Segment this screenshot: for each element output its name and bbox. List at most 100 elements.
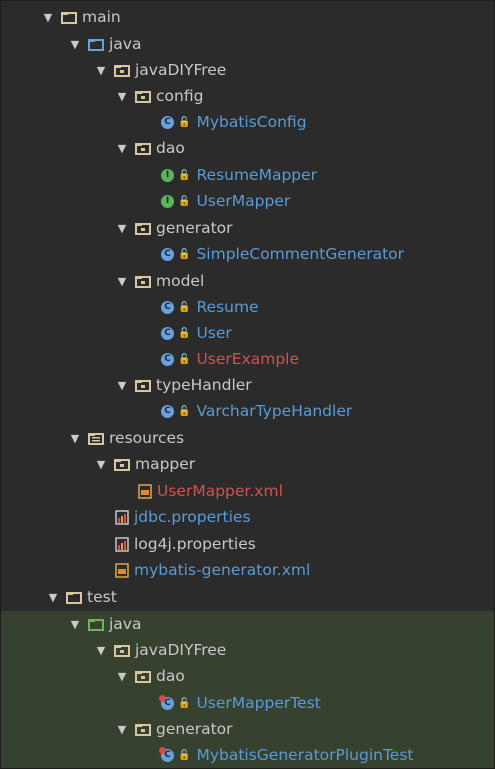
tree-node-mybatisgeneratorplugintest[interactable]: C 🔓 MybatisGeneratorPluginTest	[1, 742, 494, 768]
tree-node-test-javadiyfree[interactable]: ▼ javaDIYFree	[1, 637, 494, 663]
node-label: javaDIYFree	[135, 641, 227, 659]
expand-arrow-icon[interactable]: ▼	[115, 670, 129, 683]
test-class-icon: C	[159, 694, 174, 710]
node-label: generator	[156, 720, 233, 738]
tree-node-resumemapper[interactable]: I 🔓 ResumeMapper	[1, 162, 494, 188]
tree-node-mybatis-generator-xml[interactable]: mybatis-generator.xml	[1, 557, 494, 583]
node-label: mapper	[135, 455, 196, 473]
resources-folder-icon	[88, 432, 104, 445]
tree-node-test-generator[interactable]: ▼ generator	[1, 716, 494, 742]
tree-node-generator[interactable]: ▼ generator	[1, 215, 494, 241]
xml-file-icon	[138, 483, 152, 499]
tree-node-mybatisconfig[interactable]: C 🔓 MybatisConfig	[1, 109, 494, 135]
node-label: generator	[156, 219, 233, 237]
class-c-icon: C	[161, 326, 174, 340]
tree-node-resume[interactable]: C 🔓 Resume	[1, 294, 494, 320]
node-label: MybatisConfig	[196, 113, 307, 131]
expand-arrow-icon[interactable]: ▼	[115, 222, 129, 235]
node-label: VarcharTypeHandler	[196, 402, 353, 420]
tree-node-model[interactable]: ▼ model	[1, 268, 494, 294]
interface-i-icon: I	[161, 194, 174, 208]
node-label: typeHandler	[156, 376, 252, 394]
tree-node-config[interactable]: ▼ config	[1, 83, 494, 109]
tree-node-resources[interactable]: ▼ resources	[1, 425, 494, 451]
node-label: main	[82, 8, 121, 26]
expand-arrow-icon[interactable]: ▼	[115, 379, 129, 392]
lock-icon: 🔓	[178, 116, 191, 128]
expand-arrow-icon[interactable]: ▼	[115, 142, 129, 155]
expand-arrow-icon[interactable]: ▼	[115, 275, 129, 288]
lock-icon: 🔓	[178, 195, 191, 207]
expand-arrow-icon[interactable]: ▼	[68, 618, 82, 631]
tree-node-test-dao[interactable]: ▼ dao	[1, 663, 494, 689]
expand-arrow-icon[interactable]: ▼	[94, 64, 108, 77]
package-icon	[135, 142, 151, 155]
tree-node-main[interactable]: ▼ main	[1, 4, 494, 30]
tree-node-simplecommentgenerator[interactable]: C 🔓 SimpleCommentGenerator	[1, 241, 494, 267]
expand-arrow-icon[interactable]: ▼	[68, 432, 82, 445]
package-icon	[135, 670, 151, 683]
package-icon	[135, 90, 151, 103]
class-c-icon: C	[161, 247, 174, 261]
node-label: mybatis-generator.xml	[134, 561, 311, 579]
tree-node-javadiyfree[interactable]: ▼ javaDIYFree	[1, 57, 494, 83]
class-c-icon: C	[161, 300, 174, 314]
tree-node-jdbc-properties[interactable]: jdbc.properties	[1, 504, 494, 530]
expand-arrow-icon[interactable]: ▼	[94, 458, 108, 471]
lock-icon: 🔓	[178, 353, 191, 365]
tree-node-varchartypehandler[interactable]: C 🔓 VarcharTypeHandler	[1, 398, 494, 424]
lock-icon: 🔓	[178, 248, 191, 260]
tree-node-usermapper-xml[interactable]: UserMapper.xml	[1, 478, 494, 504]
tree-node-main-java[interactable]: ▼ java	[1, 31, 494, 57]
expand-arrow-icon[interactable]: ▼	[68, 38, 82, 51]
lock-icon: 🔓	[178, 405, 191, 417]
expand-arrow-icon[interactable]: ▼	[115, 723, 129, 736]
tree-node-test-java[interactable]: ▼ java	[1, 611, 494, 637]
node-label: Resume	[196, 298, 259, 316]
node-label: jdbc.properties	[134, 508, 251, 526]
package-icon	[114, 64, 130, 77]
expand-arrow-icon[interactable]: ▼	[115, 90, 129, 103]
lock-icon: 🔓	[178, 749, 191, 761]
package-icon	[114, 644, 130, 657]
project-tree: ▼ main ▼ java ▼ javaDIYFree ▼ config C 🔓…	[0, 0, 495, 769]
interface-i-icon: I	[161, 168, 174, 182]
node-label: UserMapper	[196, 192, 291, 210]
xml-file-icon	[115, 562, 129, 578]
node-label: SimpleCommentGenerator	[196, 245, 405, 263]
package-icon	[135, 379, 151, 392]
node-label: log4j.properties	[134, 535, 256, 553]
lock-icon: 🔓	[178, 697, 191, 709]
node-label: UserMapperTest	[196, 694, 321, 712]
tree-node-log4j-properties[interactable]: log4j.properties	[1, 531, 494, 557]
tree-node-typehandler[interactable]: ▼ typeHandler	[1, 372, 494, 398]
node-label: resources	[109, 429, 185, 447]
tree-node-user[interactable]: C 🔓 User	[1, 320, 494, 346]
expand-arrow-icon[interactable]: ▼	[41, 11, 55, 24]
package-icon	[135, 222, 151, 235]
node-label: javaDIYFree	[135, 61, 227, 79]
tree-node-test[interactable]: ▼ test	[1, 584, 494, 610]
tree-node-userexample[interactable]: C 🔓 UserExample	[1, 346, 494, 372]
tree-node-usermappertest[interactable]: C 🔓 UserMapperTest	[1, 690, 494, 716]
tree-node-dao[interactable]: ▼ dao	[1, 135, 494, 161]
node-label: java	[109, 35, 142, 53]
lock-icon: 🔓	[178, 169, 191, 181]
expand-arrow-icon[interactable]: ▼	[46, 591, 60, 604]
tree-node-mapper[interactable]: ▼ mapper	[1, 451, 494, 477]
node-label: config	[156, 87, 204, 105]
node-label: model	[156, 272, 205, 290]
node-label: dao	[156, 139, 185, 157]
package-icon	[114, 458, 130, 471]
folder-icon	[61, 11, 77, 24]
node-label: ResumeMapper	[196, 166, 318, 184]
test-class-icon: C	[159, 746, 174, 762]
node-label: MybatisGeneratorPluginTest	[196, 746, 414, 764]
package-icon	[135, 723, 151, 736]
folder-icon	[66, 591, 82, 604]
test-source-folder-icon	[88, 618, 104, 631]
tree-node-usermapper[interactable]: I 🔓 UserMapper	[1, 188, 494, 214]
expand-arrow-icon[interactable]: ▼	[94, 644, 108, 657]
properties-file-icon	[115, 509, 129, 525]
class-c-icon: C	[161, 404, 174, 418]
